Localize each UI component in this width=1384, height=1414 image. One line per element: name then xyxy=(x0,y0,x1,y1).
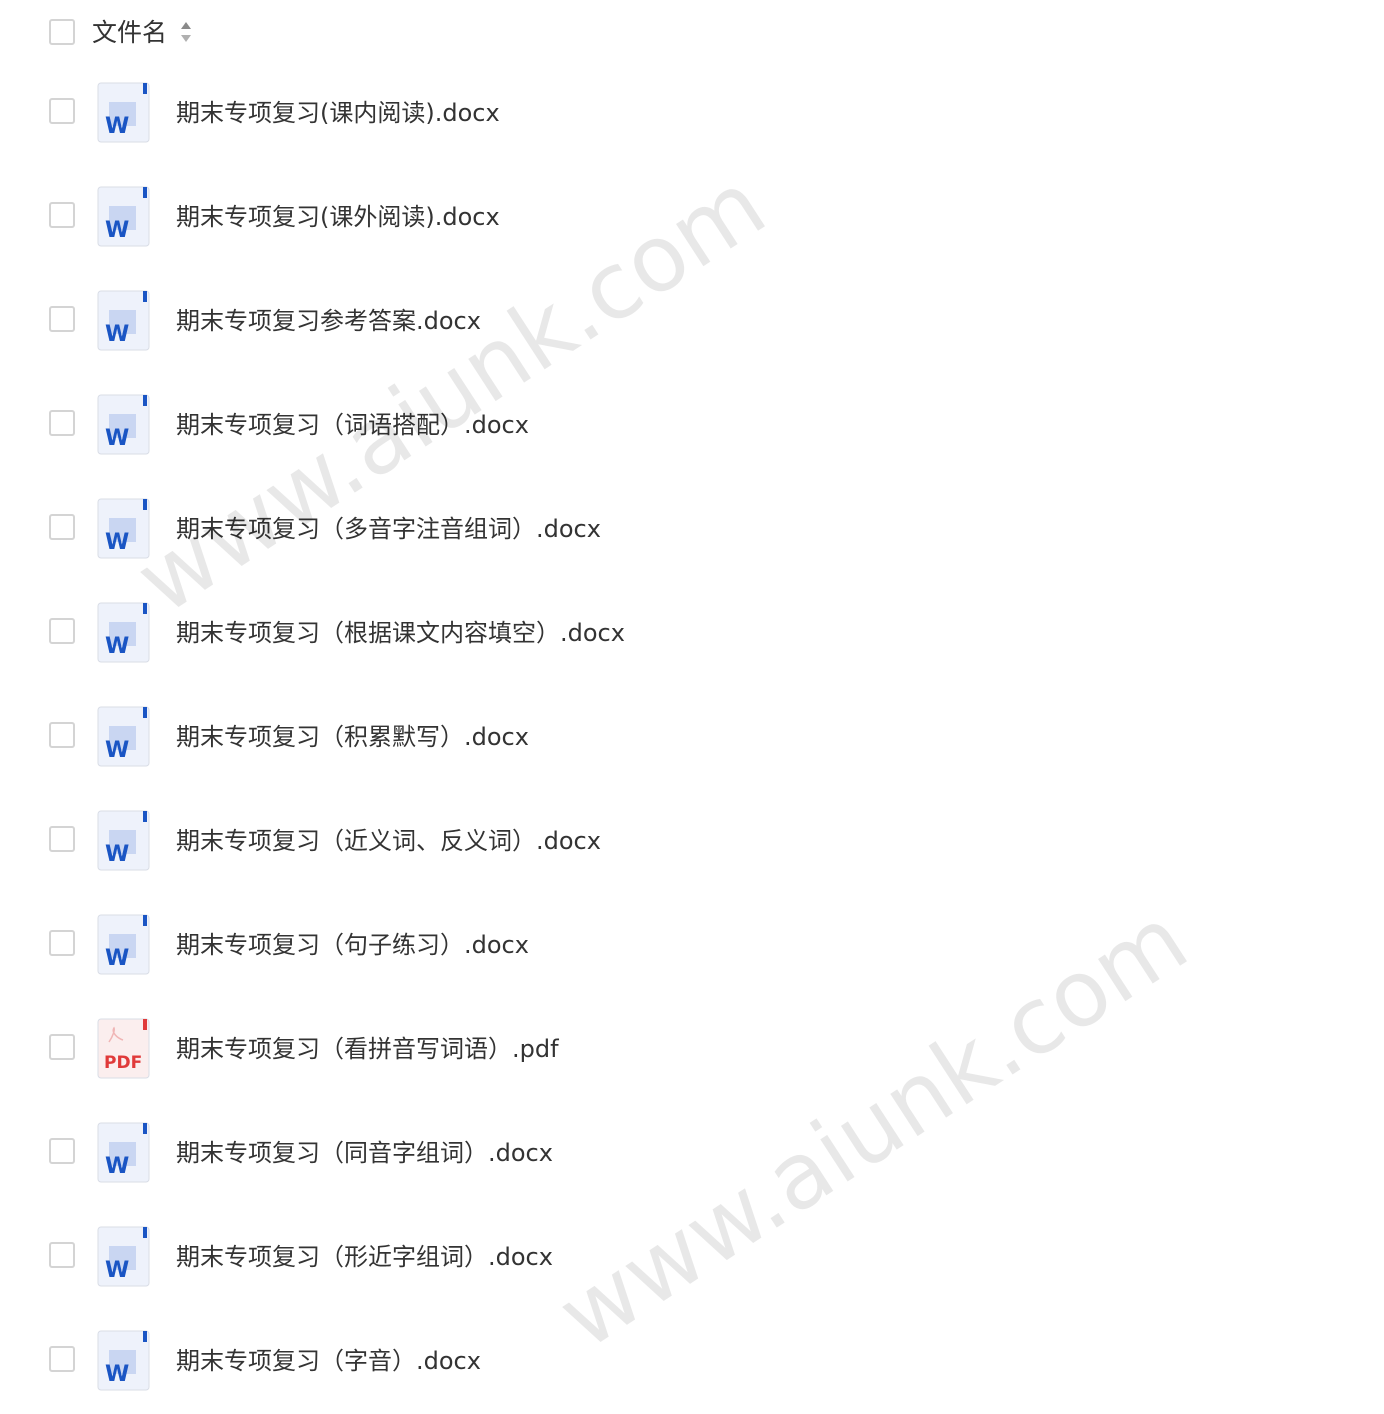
file-checkbox[interactable] xyxy=(49,514,75,540)
file-name[interactable]: 期末专项复习(课内阅读).docx xyxy=(176,95,500,131)
word-icon-label: W xyxy=(105,530,129,555)
word-icon-label: W xyxy=(105,426,129,451)
word-file-icon: W xyxy=(97,602,151,664)
file-name[interactable]: 期末专项复习（同音字组词）.docx xyxy=(176,1135,553,1171)
file-checkbox[interactable] xyxy=(49,410,75,436)
word-icon-label: W xyxy=(105,1154,129,1179)
file-row[interactable]: PDF 期末专项复习（看拼音写词语）.pdf xyxy=(0,998,1384,1102)
word-icon-label: W xyxy=(105,842,129,867)
file-checkbox[interactable] xyxy=(49,202,75,228)
word-file-icon: W xyxy=(97,1122,151,1184)
word-icon-label: W xyxy=(105,634,129,659)
file-row[interactable]: W 期末专项复习参考答案.docx xyxy=(0,270,1384,374)
word-file-icon: W xyxy=(97,498,151,560)
file-checkbox[interactable] xyxy=(49,722,75,748)
word-file-icon: W xyxy=(97,394,151,456)
file-row[interactable]: W 期末专项复习（近义词、反义词）.docx xyxy=(0,790,1384,894)
file-row[interactable]: W 期末专项复习（积累默写）.docx xyxy=(0,686,1384,790)
file-row[interactable]: W 期末专项复习(课外阅读).docx xyxy=(0,166,1384,270)
file-list-header: 文件名 xyxy=(0,0,1384,66)
file-checkbox[interactable] xyxy=(49,930,75,956)
file-name[interactable]: 期末专项复习（积累默写）.docx xyxy=(176,719,529,755)
file-checkbox[interactable] xyxy=(49,1242,75,1268)
file-name[interactable]: 期末专项复习（字音）.docx xyxy=(176,1343,481,1379)
word-icon-label: W xyxy=(105,946,129,971)
word-file-icon: W xyxy=(97,706,151,768)
file-row[interactable]: W 期末专项复习（句子练习）.docx xyxy=(0,894,1384,998)
file-name[interactable]: 期末专项复习（形近字组词）.docx xyxy=(176,1239,553,1275)
file-checkbox[interactable] xyxy=(49,826,75,852)
word-icon-label: W xyxy=(105,1362,129,1387)
file-name[interactable]: 期末专项复习(课外阅读).docx xyxy=(176,199,500,235)
word-icon-label: W xyxy=(105,738,129,763)
sort-up-down-icon[interactable] xyxy=(179,20,193,44)
word-file-icon: W xyxy=(97,810,151,872)
file-row[interactable]: W 期末专项复习（多音字注音组词）.docx xyxy=(0,478,1384,582)
pdf-icon-label: PDF xyxy=(104,1053,142,1073)
word-file-icon: W xyxy=(97,290,151,352)
word-file-icon: W xyxy=(97,186,151,248)
file-row[interactable]: W 期末专项复习（根据课文内容填空）.docx xyxy=(0,582,1384,686)
file-name[interactable]: 期末专项复习（根据课文内容填空）.docx xyxy=(176,615,625,651)
file-name[interactable]: 期末专项复习（看拼音写词语）.pdf xyxy=(176,1031,559,1067)
file-name[interactable]: 期末专项复习（近义词、反义词）.docx xyxy=(176,823,601,859)
word-icon-label: W xyxy=(105,114,129,139)
word-file-icon: W xyxy=(97,82,151,144)
file-checkbox[interactable] xyxy=(49,1034,75,1060)
pdf-file-icon: PDF xyxy=(97,1018,151,1080)
filename-column-header[interactable]: 文件名 xyxy=(92,15,167,51)
file-name[interactable]: 期末专项复习（词语搭配）.docx xyxy=(176,407,529,443)
file-row[interactable]: W 期末专项复习（形近字组词）.docx xyxy=(0,1206,1384,1310)
file-checkbox[interactable] xyxy=(49,306,75,332)
select-all-checkbox[interactable] xyxy=(49,19,75,45)
file-row[interactable]: W 期末专项复习（字音）.docx xyxy=(0,1310,1384,1414)
file-list: W 期末专项复习(课内阅读).docx W 期末专项复习(课外阅读).docx W 期末专… xyxy=(0,62,1384,1414)
word-icon-label: W xyxy=(105,322,129,347)
file-name[interactable]: 期末专项复习（句子练习）.docx xyxy=(176,927,529,963)
file-checkbox[interactable] xyxy=(49,1138,75,1164)
file-checkbox[interactable] xyxy=(49,98,75,124)
word-file-icon: W xyxy=(97,1330,151,1392)
file-row[interactable]: W 期末专项复习(课内阅读).docx xyxy=(0,62,1384,166)
file-checkbox[interactable] xyxy=(49,618,75,644)
file-row[interactable]: W 期末专项复习（同音字组词）.docx xyxy=(0,1102,1384,1206)
file-row[interactable]: W 期末专项复习（词语搭配）.docx xyxy=(0,374,1384,478)
word-file-icon: W xyxy=(97,1226,151,1288)
word-icon-label: W xyxy=(105,218,129,243)
file-checkbox[interactable] xyxy=(49,1346,75,1372)
word-file-icon: W xyxy=(97,914,151,976)
file-name[interactable]: 期末专项复习（多音字注音组词）.docx xyxy=(176,511,601,547)
file-name[interactable]: 期末专项复习参考答案.docx xyxy=(176,303,481,339)
word-icon-label: W xyxy=(105,1258,129,1283)
